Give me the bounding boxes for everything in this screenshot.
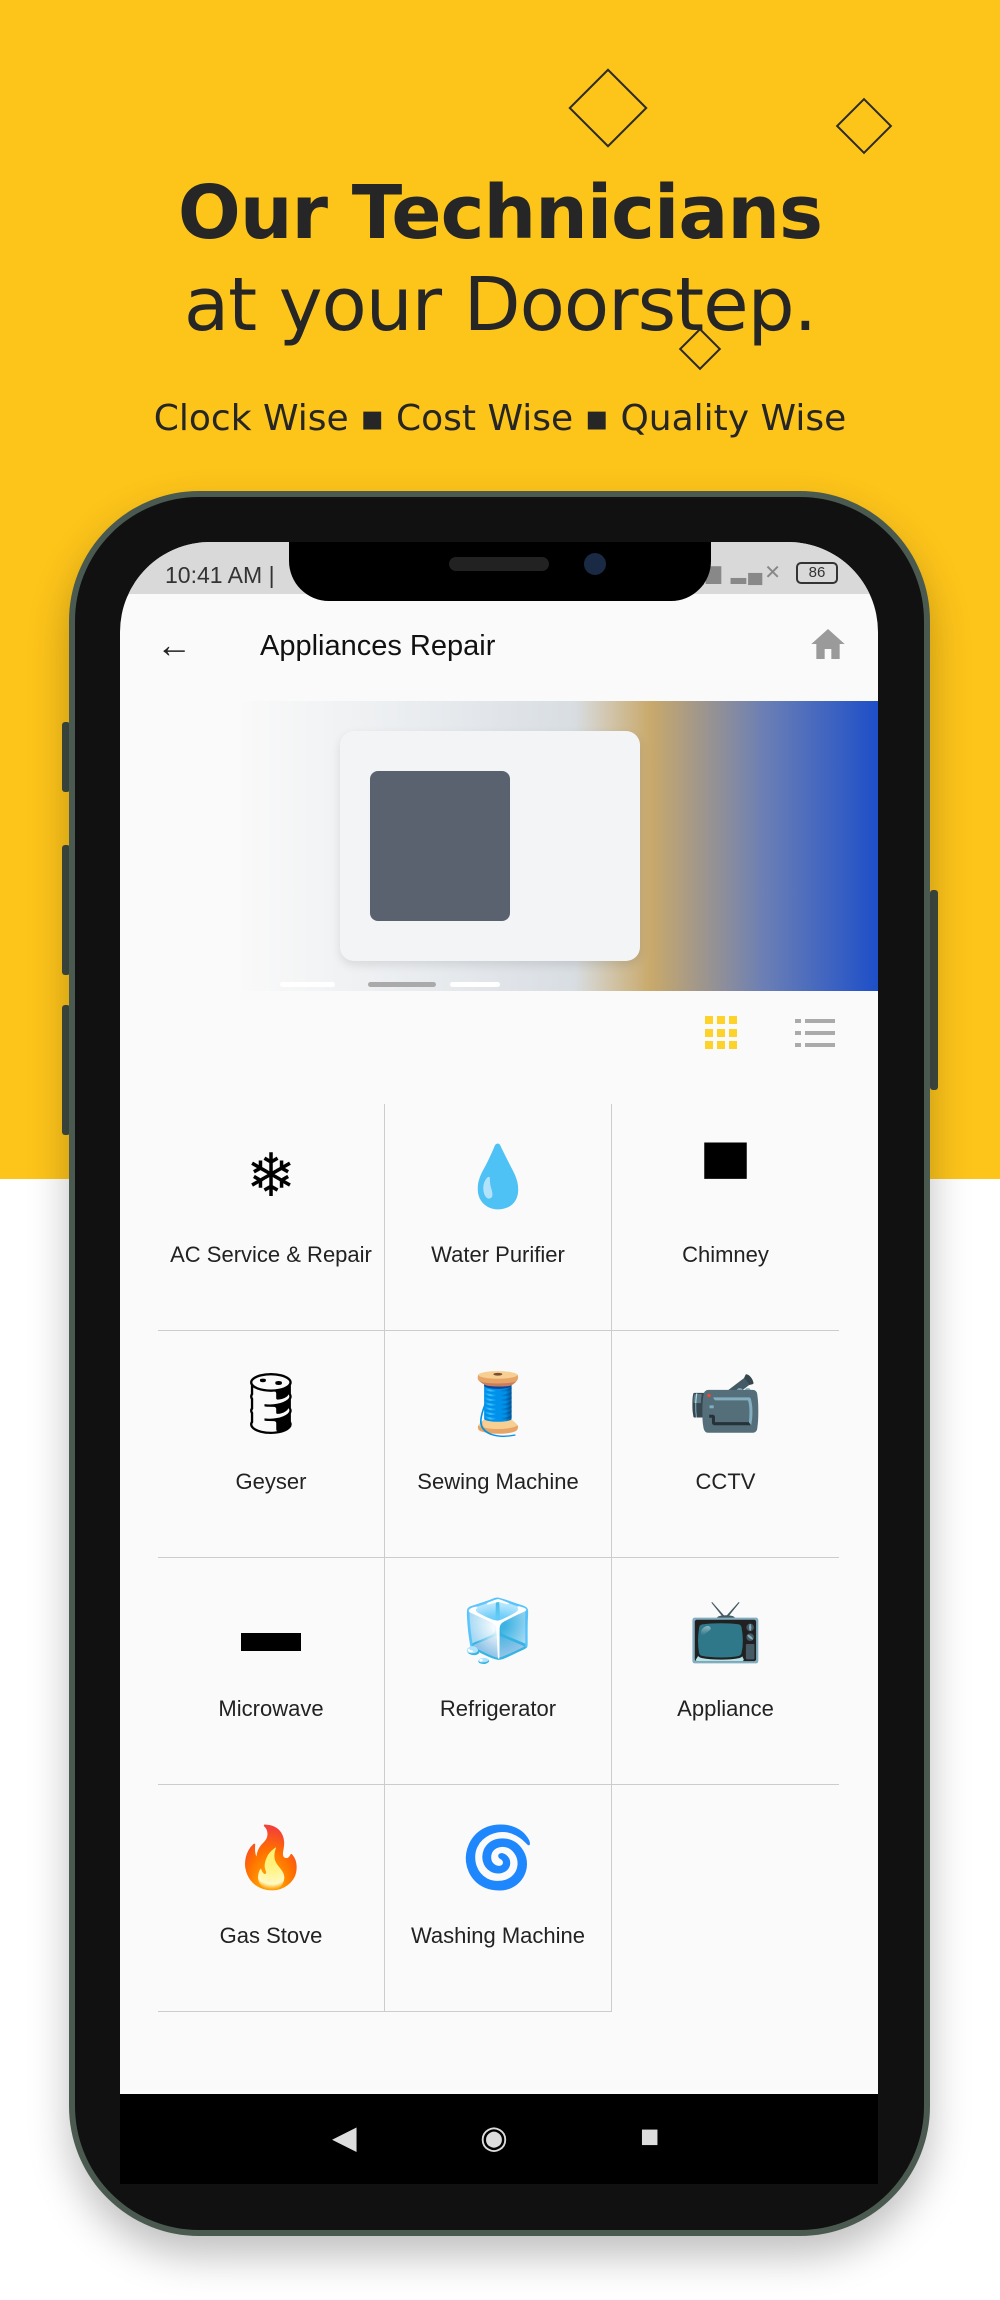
home-icon[interactable] — [808, 624, 848, 664]
category-icon: 🧊 — [460, 1596, 536, 1664]
carousel-indicator[interactable] — [280, 982, 335, 987]
category-icon: 💧 — [460, 1142, 536, 1210]
category-icon: ▀ — [704, 1142, 747, 1210]
category-icon: 🌀 — [460, 1823, 536, 1891]
category-item[interactable]: 🧊 Refrigerator — [385, 1558, 612, 1785]
category-label: Sewing Machine — [417, 1469, 579, 1494]
category-label: Water Purifier — [431, 1242, 565, 1267]
diamond-decoration — [835, 97, 893, 155]
category-item[interactable]: 🛢 Geyser — [158, 1331, 385, 1558]
category-label: Geyser — [235, 1469, 307, 1494]
hero-subtitle: at your Doorstep. — [183, 262, 817, 348]
category-label: AC Service & Repair — [170, 1242, 372, 1267]
category-label: Refrigerator — [439, 1696, 557, 1721]
diamond-decoration — [568, 68, 648, 148]
banner-carousel[interactable] — [120, 701, 878, 991]
category-item[interactable]: ❄ AC Service & Repair — [158, 1104, 385, 1331]
category-label: Appliance — [677, 1696, 774, 1721]
category-icon: 🧵 — [460, 1369, 536, 1437]
category-icon: ❄ — [245, 1142, 297, 1209]
category-label: CCTV — [695, 1469, 756, 1494]
category-icon: 🔥 — [233, 1823, 309, 1891]
camera — [584, 553, 606, 575]
category-item[interactable]: 📹 CCTV — [612, 1331, 839, 1558]
category-icon: 🛢 — [232, 1369, 310, 1437]
category-icon: 📺 — [688, 1596, 763, 1664]
page-title: Appliances Repair — [260, 630, 496, 662]
category-label: Gas Stove — [219, 1923, 323, 1948]
nav-recents-icon[interactable]: ■ — [640, 2118, 659, 2155]
app-screen: 10:41 AM | ▂▄▆ ▂▄✕ 86 ← Appliances Repai… — [120, 542, 878, 2184]
category-icon: ▬ — [241, 1596, 301, 1664]
app-bar: ← Appliances Repair — [120, 594, 878, 701]
microwave-image — [340, 731, 640, 961]
category-item[interactable]: 💧 Water Purifier — [385, 1104, 612, 1331]
category-item[interactable]: 🔥 Gas Stove — [158, 1785, 385, 2012]
category-label: Chimney — [682, 1242, 769, 1267]
hero-tagline: Clock Wise ▪ Cost Wise ▪ Quality Wise — [153, 398, 847, 439]
category-item[interactable]: 📺 Appliance — [612, 1558, 839, 1785]
category-icon: 📹 — [688, 1369, 763, 1437]
view-toggle — [120, 991, 878, 1101]
grid-view-icon[interactable] — [705, 1016, 739, 1050]
list-view-icon[interactable] — [795, 1019, 835, 1055]
phone-button — [930, 890, 938, 1090]
status-time: 10:41 AM | — [165, 562, 275, 588]
category-item[interactable]: ▀ Chimney — [612, 1104, 839, 1331]
nav-bar: ◀ ◉ ■ — [120, 2094, 878, 2184]
category-item[interactable]: ▬ Microwave — [158, 1558, 385, 1785]
arrow-left-icon[interactable]: ← — [156, 624, 192, 666]
category-label: Washing Machine — [410, 1923, 586, 1948]
hero-title: Our Technicians — [177, 170, 823, 256]
notch — [289, 542, 711, 601]
carousel-indicator[interactable] — [450, 982, 500, 987]
battery-icon: 86 — [796, 562, 838, 584]
nav-back-icon[interactable]: ◀ — [332, 2118, 357, 2156]
nav-home-icon[interactable]: ◉ — [480, 2118, 508, 2156]
category-item[interactable]: 🌀 Washing Machine — [385, 1785, 612, 2012]
category-label: Microwave — [218, 1696, 324, 1721]
speaker — [449, 557, 549, 571]
carousel-indicator[interactable] — [368, 982, 436, 987]
category-item[interactable]: 🧵 Sewing Machine — [385, 1331, 612, 1558]
